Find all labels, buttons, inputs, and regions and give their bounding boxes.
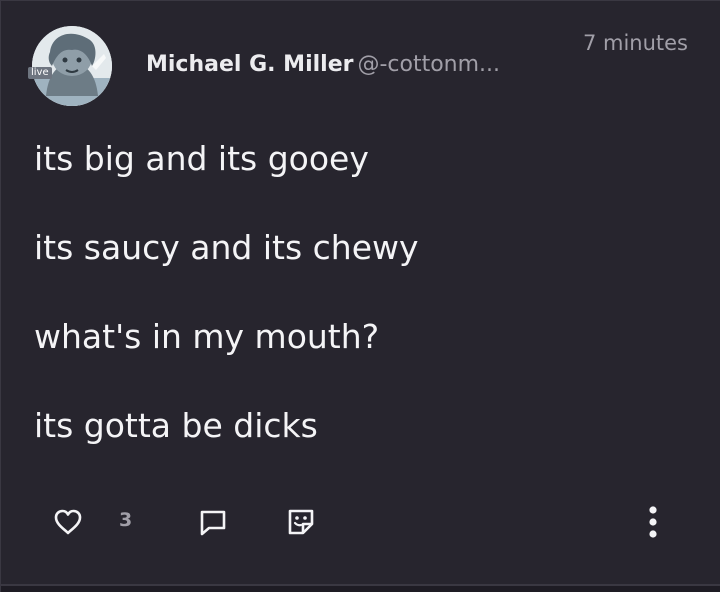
live-badge: live xyxy=(28,67,52,79)
more-options-button[interactable] xyxy=(637,499,669,545)
author-display-name[interactable]: Michael G. Miller xyxy=(146,52,353,77)
sticker-button[interactable] xyxy=(281,499,321,545)
post-body-line: its saucy and its chewy xyxy=(34,228,419,267)
like-count: 3 xyxy=(119,509,133,531)
vertical-ellipsis-icon xyxy=(649,506,657,538)
post-header: Michael G. Miller @-cottonm... xyxy=(146,48,500,81)
comment-bubble-icon xyxy=(200,510,226,536)
post-body-line: what's in my mouth? xyxy=(34,317,380,356)
like-button[interactable] xyxy=(49,499,87,545)
post-timestamp[interactable]: 7 minutes xyxy=(583,31,688,55)
avatar[interactable] xyxy=(32,26,112,106)
post-actions: 3 xyxy=(1,499,720,545)
post-body-line: its gotta be dicks xyxy=(34,406,318,445)
post-card: live Michael G. Miller @-cottonm... 7 min… xyxy=(0,0,720,592)
avatar-image xyxy=(32,26,112,106)
post-body-line: its big and its gooey xyxy=(34,139,369,178)
author-handle[interactable]: @-cottonm... xyxy=(357,52,500,77)
sticker-icon xyxy=(288,509,314,535)
next-post-edge xyxy=(1,586,720,592)
comment-button[interactable] xyxy=(194,499,232,545)
post-body: its big and its gooey its saucy and its … xyxy=(34,137,690,493)
heart-icon xyxy=(54,509,82,535)
